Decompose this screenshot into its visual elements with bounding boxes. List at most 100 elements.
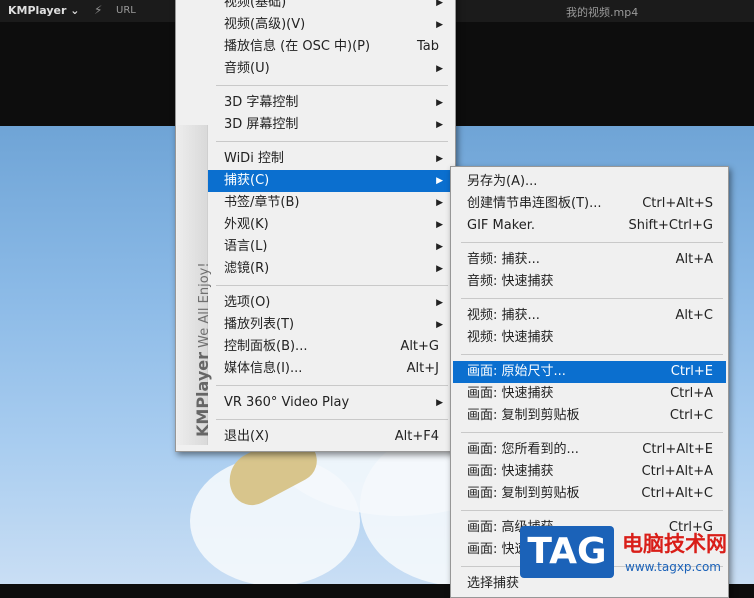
submenu-arrow-icon: ▶ xyxy=(436,64,443,74)
menu-item-label: 画面: 快速捕获 xyxy=(467,386,554,401)
menu-item-shortcut: Ctrl+C xyxy=(669,408,713,423)
submenu-arrow-icon: ▶ xyxy=(436,98,443,108)
menu-item-3d-screen[interactable]: 3D 屏幕控制 ▶ xyxy=(208,114,452,136)
menu-separator xyxy=(216,285,448,286)
menu-item-widi[interactable]: WiDi 控制 ▶ xyxy=(208,148,452,170)
menu-item-label: 语言(L) xyxy=(224,239,268,254)
menu-separator xyxy=(461,354,723,355)
menu-item-label: 画面: 快速 xyxy=(467,542,528,557)
menu-item-shortcut: Alt+A xyxy=(675,252,713,267)
submenu-arrow-icon: ▶ xyxy=(436,198,443,208)
submenu-arrow-icon: ▶ xyxy=(436,120,443,130)
menu-item-label: 控制面板(B)... xyxy=(224,339,308,354)
menu-item-exit[interactable]: 退出(X) Alt+F4 xyxy=(208,426,452,448)
menu-item-shortcut: Ctrl+E xyxy=(670,364,713,379)
menu-item-label: 音频: 捕获... xyxy=(467,252,540,267)
menu-item-label: 选项(O) xyxy=(224,295,271,310)
menu-separator xyxy=(461,510,723,511)
menu-item-vr360[interactable]: VR 360° Video Play ▶ xyxy=(208,392,452,414)
submenu-item-video-capture[interactable]: 视频: 捕获... Alt+C xyxy=(453,305,726,327)
context-menu: KMPlayer We All Enjoy! 视频(基础) ▶ 视频(高级)(V)… xyxy=(175,0,456,452)
submenu-item-save-as[interactable]: 另存为(A)... xyxy=(453,171,726,193)
submenu-item-storyboard[interactable]: 创建情节串连图板(T)... Ctrl+Alt+S xyxy=(453,193,726,215)
menu-separator xyxy=(216,385,448,386)
submenu-item-frame-original-size[interactable]: 画面: 原始尺寸... Ctrl+E xyxy=(453,361,726,383)
menu-item-shortcut: Ctrl+Alt+S xyxy=(642,196,713,211)
menu-item-playlist[interactable]: 播放列表(T) ▶ xyxy=(208,314,452,336)
submenu-arrow-icon: ▶ xyxy=(436,0,443,8)
menu-separator xyxy=(216,419,448,420)
menu-item-language[interactable]: 语言(L) ▶ xyxy=(208,236,452,258)
menu-item-appearance[interactable]: 外观(K) ▶ xyxy=(208,214,452,236)
menu-item-control-panel[interactable]: 控制面板(B)... Alt+G xyxy=(208,336,452,358)
menu-item-label: 音频: 快速捕获 xyxy=(467,274,554,289)
menu-item-label: 视频: 快速捕获 xyxy=(467,330,554,345)
menu-item-label: 音频(U) xyxy=(224,61,270,76)
menu-item-label: 外观(K) xyxy=(224,217,269,232)
menu-item-filter[interactable]: 滤镜(R) ▶ xyxy=(208,258,452,280)
submenu-item-frame-quick-capture-2[interactable]: 画面: 快速捕获 Ctrl+Alt+A xyxy=(453,461,726,483)
menu-item-bookmark[interactable]: 书签/章节(B) ▶ xyxy=(208,192,452,214)
menu-item-label: 媒体信息(I)... xyxy=(224,361,303,376)
menu-separator xyxy=(461,298,723,299)
menu-item-label: 捕获(C) xyxy=(224,173,270,188)
menu-item-3d-subtitle[interactable]: 3D 字幕控制 ▶ xyxy=(208,92,452,114)
menu-separator xyxy=(461,242,723,243)
menu-item-shortcut: Ctrl+A xyxy=(670,386,713,401)
menu-item-shortcut: Alt+G xyxy=(400,339,439,354)
submenu-arrow-icon: ▶ xyxy=(436,20,443,30)
menu-item-label: 书签/章节(B) xyxy=(224,195,300,210)
menu-separator xyxy=(216,141,448,142)
menu-item-label: 3D 字幕控制 xyxy=(224,95,299,110)
submenu-arrow-icon: ▶ xyxy=(436,264,443,274)
menu-item-label: 退出(X) xyxy=(224,429,270,444)
menu-item-label: 滤镜(R) xyxy=(224,261,270,276)
menu-item-shortcut: Alt+J xyxy=(406,361,439,376)
submenu-arrow-icon: ▶ xyxy=(436,176,443,186)
submenu-arrow-icon: ▶ xyxy=(436,298,443,308)
menu-sidebar: KMPlayer We All Enjoy! xyxy=(177,125,212,445)
submenu-arrow-icon: ▶ xyxy=(436,220,443,230)
menu-item-label: VR 360° Video Play xyxy=(224,395,350,410)
menu-item-media-info[interactable]: 媒体信息(I)... Alt+J xyxy=(208,358,452,380)
menu-separator xyxy=(216,85,448,86)
url-button[interactable]: URL xyxy=(116,5,136,16)
submenu-item-audio-capture[interactable]: 音频: 捕获... Alt+A xyxy=(453,249,726,271)
watermark-site-url: www.tagxp.com xyxy=(625,560,721,574)
menu-item-playback-info[interactable]: 播放信息 (在 OSC 中)(P) Tab xyxy=(208,36,452,58)
menu-item-label: 播放列表(T) xyxy=(224,317,295,332)
menu-item-label: GIF Maker. xyxy=(467,218,536,233)
submenu-arrow-icon: ▶ xyxy=(436,398,443,408)
menu-item-label: 视频(高级)(V) xyxy=(224,17,306,32)
menu-item-label: 画面: 快速捕获 xyxy=(467,464,554,479)
menu-item-video-basic[interactable]: 视频(基础) ▶ xyxy=(208,0,452,14)
menu-item-label: 画面: 原始尺寸... xyxy=(467,364,566,379)
menu-item-label: 视频: 捕获... xyxy=(467,308,540,323)
menu-item-shortcut: Ctrl+Alt+C xyxy=(641,486,713,501)
kmplayer-logo-button[interactable]: KMPlayer ⌄ xyxy=(8,4,80,17)
bolt-icon[interactable]: ⚡ xyxy=(94,3,102,17)
submenu-item-audio-quick-capture[interactable]: 音频: 快速捕获 xyxy=(453,271,726,293)
submenu-item-frame-copy-clipboard[interactable]: 画面: 复制到剪贴板 Ctrl+C xyxy=(453,405,726,427)
menu-item-shortcut: Alt+C xyxy=(675,308,713,323)
submenu-item-video-quick-capture[interactable]: 视频: 快速捕获 xyxy=(453,327,726,349)
menu-item-label: 画面: 复制到剪贴板 xyxy=(467,408,580,423)
menu-item-label: 画面: 您所看到的... xyxy=(467,442,579,457)
submenu-item-frame-quick-capture[interactable]: 画面: 快速捕获 Ctrl+A xyxy=(453,383,726,405)
menu-item-audio[interactable]: 音频(U) ▶ xyxy=(208,58,452,80)
menu-item-capture[interactable]: 捕获(C) ▶ xyxy=(208,170,452,192)
menu-item-label: 另存为(A)... xyxy=(467,174,538,189)
submenu-arrow-icon: ▶ xyxy=(436,242,443,252)
menu-item-shortcut: Ctrl+Alt+E xyxy=(642,442,713,457)
menu-item-video-advanced[interactable]: 视频(高级)(V) ▶ xyxy=(208,14,452,36)
submenu-item-gif-maker[interactable]: GIF Maker. Shift+Ctrl+G xyxy=(453,215,726,237)
menu-item-shortcut: Shift+Ctrl+G xyxy=(628,218,713,233)
menu-item-label: 3D 屏幕控制 xyxy=(224,117,299,132)
submenu-item-frame-copy-clipboard-2[interactable]: 画面: 复制到剪贴板 Ctrl+Alt+C xyxy=(453,483,726,505)
watermark-site-name: 电脑技术网 xyxy=(622,532,727,556)
menu-item-options[interactable]: 选项(O) ▶ xyxy=(208,292,452,314)
menu-item-shortcut: Alt+F4 xyxy=(394,429,439,444)
submenu-arrow-icon: ▶ xyxy=(436,154,443,164)
submenu-item-frame-as-seen[interactable]: 画面: 您所看到的... Ctrl+Alt+E xyxy=(453,439,726,461)
menu-item-label: 视频(基础) xyxy=(224,0,287,10)
